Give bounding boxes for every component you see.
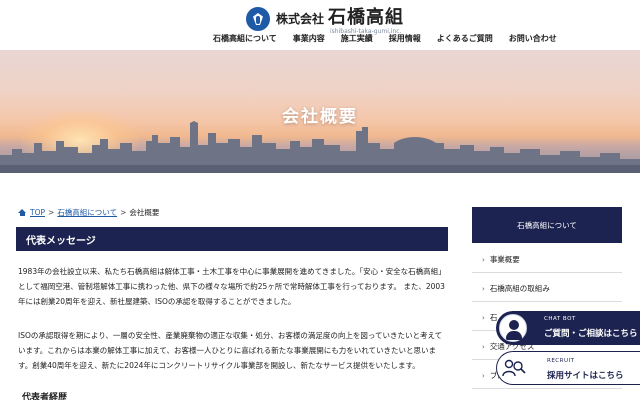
chevron-right-icon: › [482, 284, 485, 293]
operator-avatar-icon [499, 314, 527, 342]
logo-prefix: 株式会社 [276, 12, 325, 26]
nav-about[interactable]: 石橋高組について [205, 33, 285, 44]
breadcrumb-home[interactable]: TOP [30, 208, 45, 217]
section-heading-bar: 代表メッセージ [16, 227, 448, 251]
chevron-right-icon: › [482, 371, 485, 380]
recruit-site-button[interactable]: RECRUIT 採用サイトはこちら [496, 351, 640, 385]
chevron-right-icon: › [482, 313, 485, 322]
site-header: 株式会社 石橋高組 ishibashi-taka-gumi,inc. 石橋高組に… [0, 0, 640, 50]
site-logo[interactable]: 株式会社 石橋高組 ishibashi-taka-gumi,inc. [246, 3, 404, 35]
sidebar-item-overview[interactable]: › 事業概要 [472, 247, 622, 273]
logo-name: 石橋高組 [328, 7, 405, 28]
chevron-right-icon: › [482, 342, 485, 351]
sidebar-item-label: 事業概要 [489, 255, 520, 264]
section-heading: 代表メッセージ [26, 236, 96, 247]
recruit-people-icon [502, 359, 526, 377]
breadcrumb-separator: > [48, 208, 55, 217]
nav-recruit[interactable]: 採用情報 [381, 33, 429, 44]
nav-contact[interactable]: お問い合わせ [501, 33, 565, 44]
global-nav: 石橋高組について 事業内容 施工実績 採用情報 よくあるご質問 お問い合わせ [205, 33, 565, 44]
recruit-caption: RECRUIT [547, 358, 575, 364]
hero-banner: 会社概要 [0, 50, 640, 173]
breadcrumb: TOP > 石橋高組について > 会社概要 [18, 207, 159, 218]
sidebar-item-label: 石橋高組の取組み [489, 284, 550, 293]
breadcrumb-separator: > [120, 208, 127, 217]
sidebar: 石橋高組について › 事業概要 › 石橋高組の取組み › 石 › 交通アクセス … [472, 207, 622, 389]
company-emblem-icon [246, 7, 270, 31]
message-paragraph-2: ISOの承認取得を期により、一層の安全性、産業廃棄物の適正な収集・処分、お客様の… [18, 331, 443, 370]
chevron-right-icon: › [482, 255, 485, 264]
sidebar-title: 石橋高組について [472, 207, 622, 243]
nav-works[interactable]: 施工実績 [333, 33, 381, 44]
breadcrumb-current: 会社概要 [129, 208, 160, 217]
chatbot-button[interactable]: CHAT BOT ご質問・ご相談はこちら [496, 311, 640, 345]
logo-main: 株式会社 石橋高組 [276, 3, 404, 29]
nav-business[interactable]: 事業内容 [285, 33, 333, 44]
nav-faq[interactable]: よくあるご質問 [429, 33, 501, 44]
chatbot-label: ご質問・ご相談はこちら [544, 329, 638, 339]
sidebar-item-initiatives[interactable]: › 石橋高組の取組み [472, 276, 622, 302]
chatbot-caption: CHAT BOT [544, 316, 576, 322]
profile-heading: 代表者経歴 [22, 393, 68, 400]
breadcrumb-parent[interactable]: 石橋高組について [57, 207, 117, 218]
logo-text: 株式会社 石橋高組 ishibashi-taka-gumi,inc. [276, 3, 404, 35]
message-paragraph-1: 1983年の会社設立以来、私たち石橋高組は解体工事・土木工事を中心に事業展開を進… [18, 267, 446, 306]
recruit-label: 採用サイトはこちら [547, 371, 624, 381]
home-icon [18, 209, 26, 216]
page-title: 会社概要 [282, 107, 358, 127]
